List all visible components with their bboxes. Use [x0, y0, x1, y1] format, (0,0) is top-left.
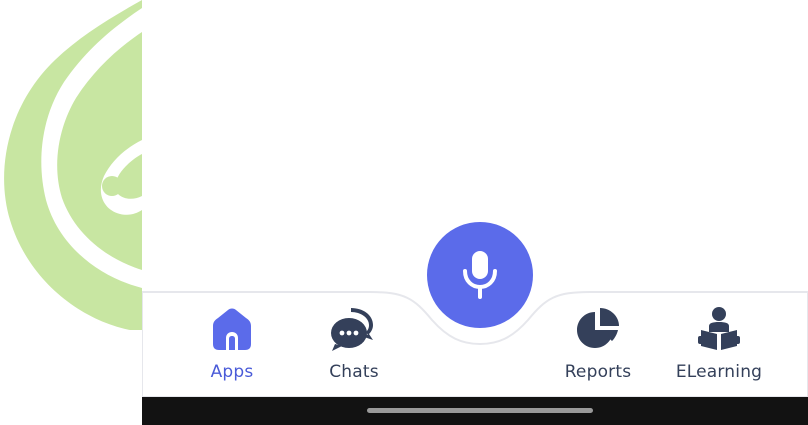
voice-input-button[interactable] [427, 222, 533, 328]
home-indicator[interactable] [367, 408, 593, 413]
bottom-navigation-bar: Apps Chats Reports ELearning [142, 222, 808, 397]
tab-apps-label: Apps [210, 362, 254, 382]
tab-elearning[interactable]: ELearning [664, 304, 774, 388]
tab-elearning-label: ELearning [675, 362, 763, 382]
microphone-icon [463, 251, 497, 299]
system-navigation-bar [142, 397, 808, 425]
tab-reports[interactable]: Reports [543, 304, 653, 388]
chat-bubbles-icon [324, 304, 384, 352]
tab-chats[interactable]: Chats [299, 304, 409, 388]
leaf-logo-icon [4, 0, 142, 330]
tab-reports-label: Reports [564, 362, 632, 382]
pie-chart-icon [568, 304, 628, 352]
home-icon [202, 304, 262, 352]
reader-icon [689, 304, 749, 352]
tab-apps[interactable]: Apps [177, 304, 287, 388]
tab-chats-label: Chats [329, 362, 379, 382]
brand-logo-watermark [0, 0, 142, 330]
